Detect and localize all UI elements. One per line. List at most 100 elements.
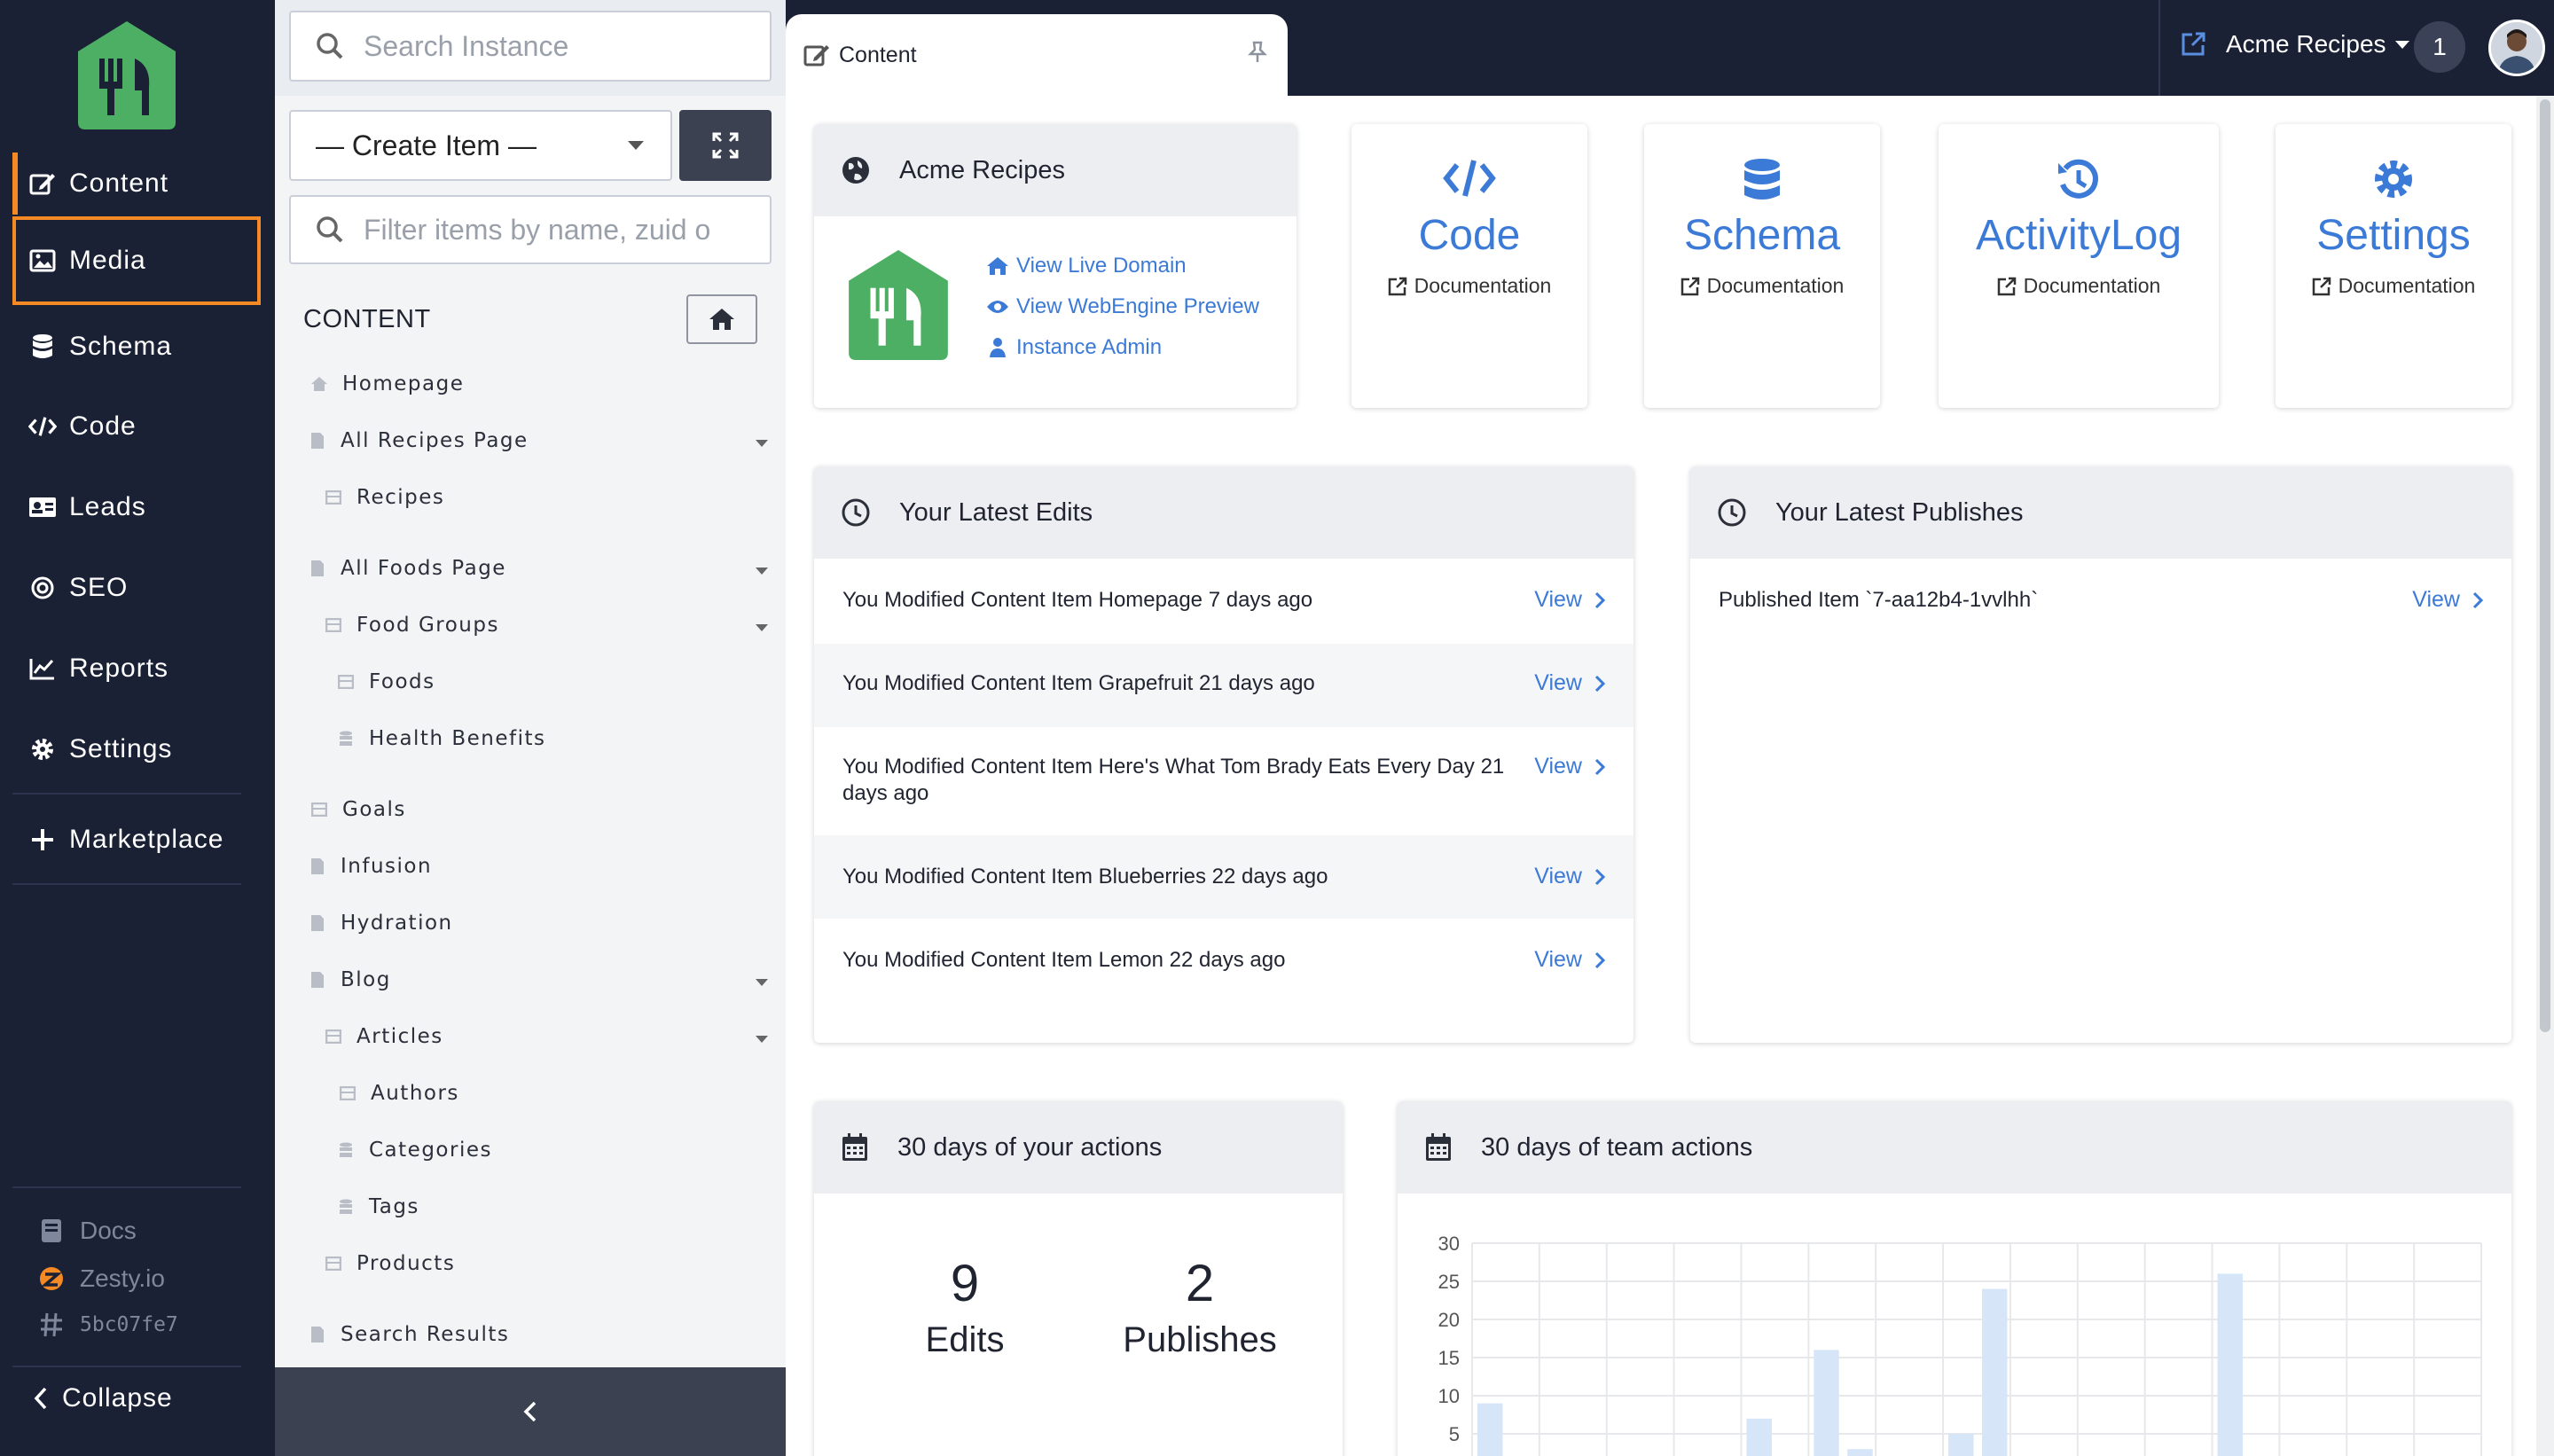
edit-view-link[interactable]: View [1534,947,1605,973]
pin-icon[interactable] [1247,41,1268,64]
caret-down-icon[interactable] [756,1036,768,1043]
edit-view-link[interactable]: View [1534,670,1605,696]
view-live-domain-link[interactable]: View Live Domain [986,254,1187,278]
y-tick-label: 10 [1438,1385,1460,1407]
chart-bar[interactable] [2217,1273,2243,1456]
settings-card[interactable]: Settings Documentation [2276,124,2511,408]
nav-media[interactable]: Media [12,216,261,305]
nav-settings[interactable]: Settings [12,718,261,780]
latest-edits-title: Your Latest Edits [899,497,1093,527]
tree-item-products[interactable]: Products [325,1252,455,1275]
caret-down-icon[interactable] [756,979,768,986]
nav-code[interactable]: Code [12,395,261,458]
nav-marketplace[interactable]: Marketplace [12,809,261,871]
tree-item-label: Blog [341,968,391,991]
chevron-right-icon [1594,951,1605,969]
file-icon [309,913,326,933]
tree-item-food-groups[interactable]: Food Groups [325,614,499,637]
code-documentation-link[interactable]: Documentation [1351,274,1587,298]
chart-bar[interactable] [1948,1434,1974,1456]
view-webengine-preview-link[interactable]: View WebEngine Preview [986,294,1259,319]
tree-item-hydration[interactable]: Hydration [309,912,453,935]
expand-button[interactable] [679,110,772,181]
schema-documentation-label: Documentation [1706,274,1845,297]
tree-item-goals[interactable]: Goals [310,798,406,821]
avatar[interactable] [2488,20,2545,76]
publishes-stat: 2 Publishes [1107,1254,1293,1360]
nav-schema[interactable]: Schema [12,316,261,378]
nav-schema-label: Schema [69,332,173,361]
tree-item-foods[interactable]: Foods [337,670,435,693]
edit-view-link[interactable]: View [1534,587,1605,613]
notification-badge[interactable]: 1 [2414,21,2465,73]
nav-content[interactable]: Content [12,153,261,215]
tree-item-categories[interactable]: Categories [337,1139,492,1162]
tree-item-all-recipes-page[interactable]: All Recipes Page [309,429,529,452]
chart-bar[interactable] [1746,1418,1772,1456]
list-icon [310,800,328,819]
external-link-icon[interactable] [2180,31,2206,58]
plus-icon [28,826,57,854]
tree-item-authors[interactable]: Authors [339,1082,459,1105]
edit-row-text: You Modified Content Item Lemon 22 days … [842,948,1286,972]
zesty-link[interactable]: Zesty.io [37,1264,165,1293]
nav-divider [12,1186,241,1188]
tree-item-infusion[interactable]: Infusion [309,855,432,878]
publish-view-link[interactable]: View [2412,587,2483,613]
nav-seo[interactable]: SEO [12,557,261,619]
filter-items-input[interactable] [364,213,754,247]
view-webengine-preview-label: View WebEngine Preview [1016,294,1259,318]
filter-items-field[interactable] [289,195,772,264]
caret-down-icon[interactable] [756,440,768,447]
tree-item-search-results[interactable]: Search Results [309,1323,509,1346]
scrollbar-thumb[interactable] [2540,99,2550,1032]
chart-bar[interactable] [1814,1350,1839,1456]
home-button[interactable] [686,294,757,344]
collapse-button[interactable]: Collapse [34,1383,173,1413]
tree-item-homepage[interactable]: Homepage [310,372,464,395]
publish-row: Published Item `7-aa12b4-1vvlhh` View [1690,587,2511,614]
caret-down-icon[interactable] [756,624,768,631]
activitylog-card[interactable]: ActivityLog Documentation [1939,124,2219,408]
chart-bar[interactable] [1477,1403,1503,1456]
content-heading: CONTENT [303,305,431,333]
edit-view-link[interactable]: View [1534,864,1605,889]
nav-reports[interactable]: Reports [12,638,261,700]
list-icon [339,1084,356,1103]
create-item-select[interactable]: — Create Item — [289,110,672,181]
caret-down-icon[interactable] [756,568,768,575]
view-label: View [2412,587,2460,612]
instance-menu[interactable]: Acme Recipes [2180,30,2409,59]
tree-item-recipes[interactable]: Recipes [325,486,444,509]
search-instance-input[interactable] [364,29,754,63]
acme-logo[interactable] [76,20,177,131]
chart-bar[interactable] [1847,1449,1873,1456]
tree-item-blog[interactable]: Blog [309,968,391,991]
docs-link[interactable]: Docs [37,1217,137,1245]
tree-item-articles[interactable]: Articles [325,1025,443,1048]
schema-documentation-link[interactable]: Documentation [1644,274,1880,298]
settings-documentation-link[interactable]: Documentation [2276,274,2511,298]
tree-item-label: Food Groups [356,614,499,637]
tree-item-all-foods-page[interactable]: All Foods Page [309,557,506,580]
tree-item-label: Authors [371,1082,459,1105]
edit-row-text: You Modified Content Item Here's What To… [842,755,1505,805]
nav-leads[interactable]: Leads [12,476,261,538]
instance-card-title: Acme Recipes [899,155,1065,184]
team-actions-title: 30 days of team actions [1481,1132,1753,1162]
topbar-divider [2158,0,2160,96]
instance-admin-link[interactable]: Instance Admin [986,335,1162,360]
activitylog-documentation-link[interactable]: Documentation [1939,274,2219,298]
latest-publishes-card: Your Latest Publishes Published Item `7-… [1690,466,2511,1043]
y-tick-label: 30 [1438,1233,1460,1255]
code-card[interactable]: Code Documentation [1351,124,1587,408]
search-instance-field[interactable] [289,11,772,82]
edit-view-link[interactable]: View [1534,754,1605,779]
tree-item-health-benefits[interactable]: Health Benefits [337,727,545,750]
tree-collapse-bar[interactable] [275,1367,786,1456]
db-icon [337,729,355,748]
schema-card[interactable]: Schema Documentation [1644,124,1880,408]
tab-content[interactable]: Content [786,14,1288,96]
chart-bar[interactable] [1982,1288,2008,1456]
tree-item-tags[interactable]: Tags [337,1195,419,1218]
